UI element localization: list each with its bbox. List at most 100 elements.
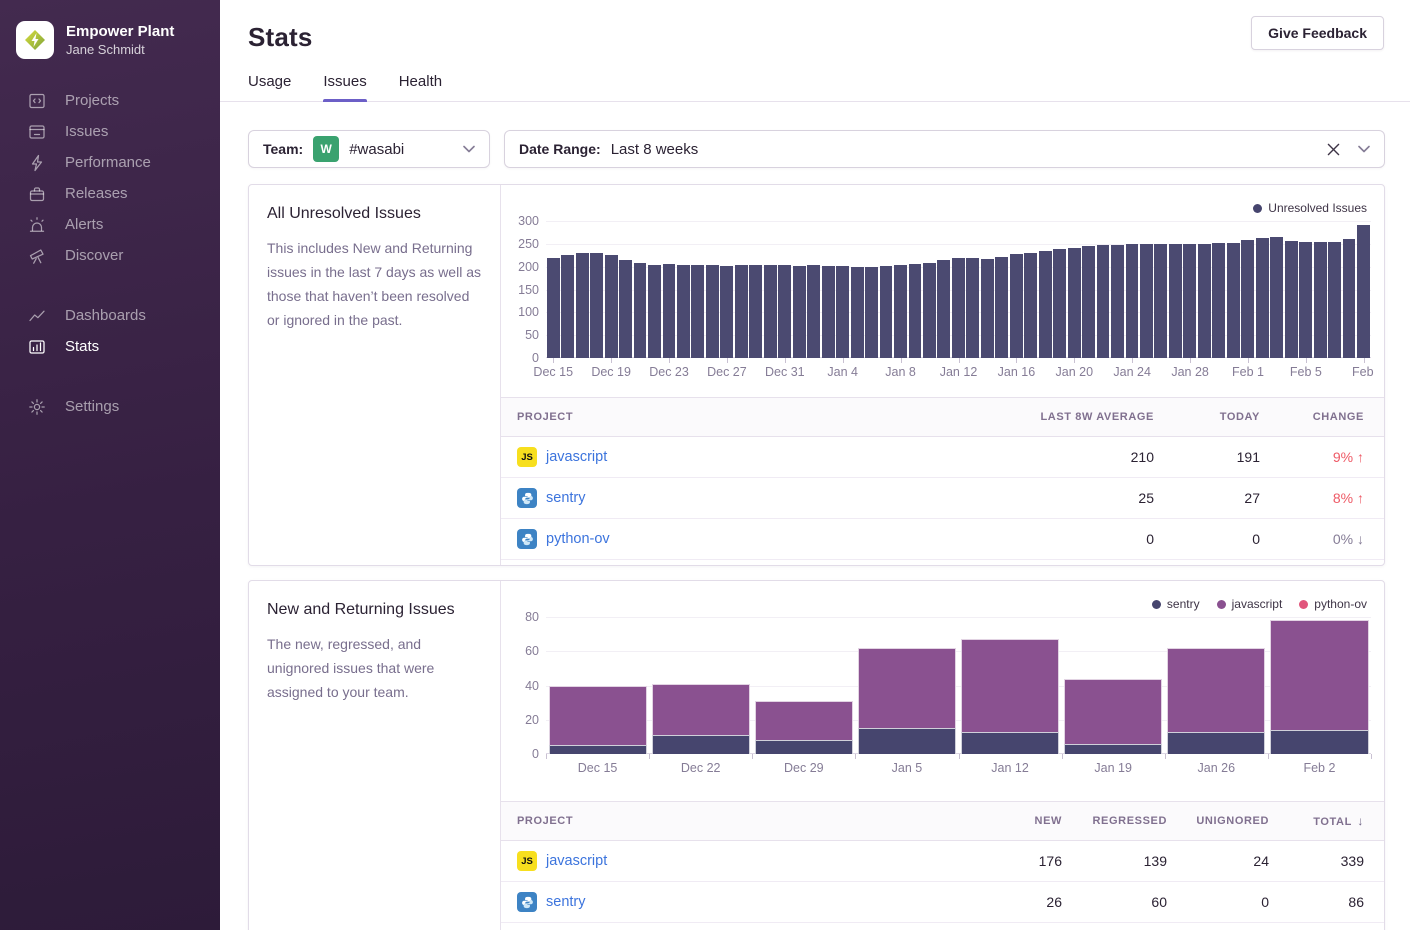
- unresolved-issues-bar[interactable]: [1299, 242, 1312, 358]
- column-header-change[interactable]: Change: [1260, 411, 1384, 423]
- project-link-sentry[interactable]: sentry: [546, 490, 586, 506]
- tab-usage[interactable]: Usage: [248, 73, 291, 101]
- unresolved-issues-bar[interactable]: [1343, 239, 1356, 358]
- unresolved-issues-bar[interactable]: [590, 253, 603, 358]
- sidebar-item-alerts[interactable]: Alerts: [16, 209, 204, 240]
- chevron-down-icon[interactable]: [1358, 145, 1370, 153]
- sidebar-item-dashboards[interactable]: Dashboards: [16, 300, 204, 331]
- project-link-sentry[interactable]: sentry: [546, 894, 586, 910]
- unresolved-issues-bar[interactable]: [1097, 245, 1110, 358]
- sentry-segment[interactable]: [1167, 732, 1265, 754]
- stacked-bar-dec-15[interactable]: [549, 686, 647, 755]
- tab-health[interactable]: Health: [399, 73, 442, 101]
- unresolved-issues-bar[interactable]: [865, 267, 878, 358]
- unresolved-issues-bar[interactable]: [836, 266, 849, 358]
- unresolved-issues-bar[interactable]: [1285, 241, 1298, 358]
- column-header-project[interactable]: Project: [501, 411, 944, 423]
- column-header-project[interactable]: Project: [501, 815, 942, 827]
- sidebar-item-issues[interactable]: Issues: [16, 116, 204, 147]
- sentry-segment[interactable]: [652, 735, 750, 754]
- unresolved-issues-bar[interactable]: [995, 257, 1008, 358]
- unresolved-issues-bar[interactable]: [634, 263, 647, 358]
- sidebar-item-stats[interactable]: Stats: [16, 331, 204, 362]
- unresolved-issues-bar[interactable]: [1140, 244, 1153, 358]
- javascript-segment[interactable]: [1270, 620, 1368, 730]
- unresolved-issues-bar[interactable]: [619, 260, 632, 358]
- unresolved-issues-bar[interactable]: [909, 264, 922, 358]
- unresolved-issues-bar[interactable]: [1024, 253, 1037, 358]
- unresolved-issues-bar[interactable]: [923, 263, 936, 358]
- stacked-bar-dec-29[interactable]: [755, 701, 853, 754]
- stacked-bar-jan-5[interactable]: [858, 648, 956, 754]
- column-header-last-8w-average[interactable]: Last 8w Average: [944, 411, 1154, 423]
- unresolved-issues-bar[interactable]: [807, 265, 820, 358]
- unresolved-issues-bar[interactable]: [677, 265, 690, 358]
- unresolved-issues-bar[interactable]: [691, 265, 704, 358]
- give-feedback-button[interactable]: Give Feedback: [1251, 16, 1384, 50]
- stacked-bar-jan-19[interactable]: [1064, 679, 1162, 754]
- unresolved-issues-bar[interactable]: [1126, 244, 1139, 358]
- unresolved-issues-bar[interactable]: [1314, 242, 1327, 358]
- unresolved-issues-bar[interactable]: [547, 258, 560, 358]
- sentry-segment[interactable]: [858, 728, 956, 754]
- unresolved-issues-bar[interactable]: [1053, 249, 1066, 358]
- column-header-today[interactable]: Today: [1154, 411, 1260, 423]
- unresolved-issues-bar[interactable]: [663, 264, 676, 358]
- unresolved-issues-bar[interactable]: [851, 267, 864, 358]
- stacked-bar-feb-2[interactable]: [1270, 620, 1368, 754]
- unresolved-issues-bar[interactable]: [966, 258, 979, 358]
- javascript-segment[interactable]: [1167, 648, 1265, 732]
- legend-item-sentry[interactable]: sentry: [1152, 597, 1200, 611]
- unresolved-issues-bar[interactable]: [1256, 238, 1269, 358]
- unresolved-issues-bar[interactable]: [1183, 244, 1196, 358]
- unresolved-issues-bar[interactable]: [576, 253, 589, 358]
- sidebar-item-discover[interactable]: Discover: [16, 240, 204, 271]
- unresolved-issues-bar[interactable]: [981, 259, 994, 358]
- sentry-segment[interactable]: [549, 745, 647, 754]
- unresolved-issues-bar[interactable]: [749, 265, 762, 358]
- javascript-segment[interactable]: [755, 701, 853, 740]
- sentry-segment[interactable]: [1270, 730, 1368, 754]
- org-switcher[interactable]: Empower Plant Jane Schmidt: [0, 0, 220, 79]
- legend-item-python-ov[interactable]: python-ov: [1299, 597, 1367, 611]
- unresolved-issues-bar[interactable]: [793, 266, 806, 358]
- column-header-unignored[interactable]: Unignored: [1167, 815, 1269, 827]
- chevron-down-icon[interactable]: [463, 145, 475, 153]
- team-selector[interactable]: Team: W #wasabi: [248, 130, 490, 168]
- stacked-bar-dec-22[interactable]: [652, 684, 750, 754]
- legend-item-javascript[interactable]: javascript: [1217, 597, 1283, 611]
- unresolved-issues-bar[interactable]: [1082, 246, 1095, 358]
- column-header-total[interactable]: Total ↓: [1269, 814, 1384, 828]
- unresolved-issues-bar[interactable]: [952, 258, 965, 358]
- project-link-javascript[interactable]: javascript: [546, 853, 607, 869]
- sentry-segment[interactable]: [961, 732, 1059, 754]
- unresolved-issues-bar[interactable]: [720, 266, 733, 358]
- javascript-segment[interactable]: [652, 684, 750, 735]
- unresolved-issues-bar[interactable]: [822, 266, 835, 358]
- column-header-new[interactable]: New: [942, 815, 1062, 827]
- javascript-segment[interactable]: [1064, 679, 1162, 744]
- javascript-segment[interactable]: [961, 639, 1059, 731]
- project-link-javascript[interactable]: javascript: [546, 449, 607, 465]
- sidebar-item-settings[interactable]: Settings: [16, 391, 204, 422]
- unresolved-issues-bar[interactable]: [1111, 245, 1124, 358]
- unresolved-issues-bar[interactable]: [1357, 225, 1370, 358]
- clear-date-range-icon[interactable]: [1327, 143, 1340, 156]
- sentry-segment[interactable]: [755, 740, 853, 754]
- stacked-bar-jan-12[interactable]: [961, 639, 1059, 754]
- unresolved-issues-bar[interactable]: [735, 265, 748, 358]
- javascript-segment[interactable]: [858, 648, 956, 728]
- unresolved-issues-bar[interactable]: [605, 255, 618, 358]
- column-header-regressed[interactable]: Regressed: [1062, 815, 1167, 827]
- sidebar-item-projects[interactable]: Projects: [16, 85, 204, 116]
- date-range-selector[interactable]: Date Range: Last 8 weeks: [504, 130, 1385, 168]
- unresolved-issues-bar[interactable]: [937, 260, 950, 358]
- unresolved-issues-bar[interactable]: [1270, 237, 1283, 358]
- unresolved-issues-bar[interactable]: [648, 265, 661, 358]
- unresolved-issues-bar[interactable]: [1212, 243, 1225, 358]
- unresolved-issues-bar[interactable]: [706, 265, 719, 358]
- unresolved-issues-bar[interactable]: [1241, 240, 1254, 358]
- unresolved-issues-bar[interactable]: [1169, 244, 1182, 358]
- unresolved-issues-bar[interactable]: [1010, 254, 1023, 358]
- sentry-segment[interactable]: [1064, 744, 1162, 754]
